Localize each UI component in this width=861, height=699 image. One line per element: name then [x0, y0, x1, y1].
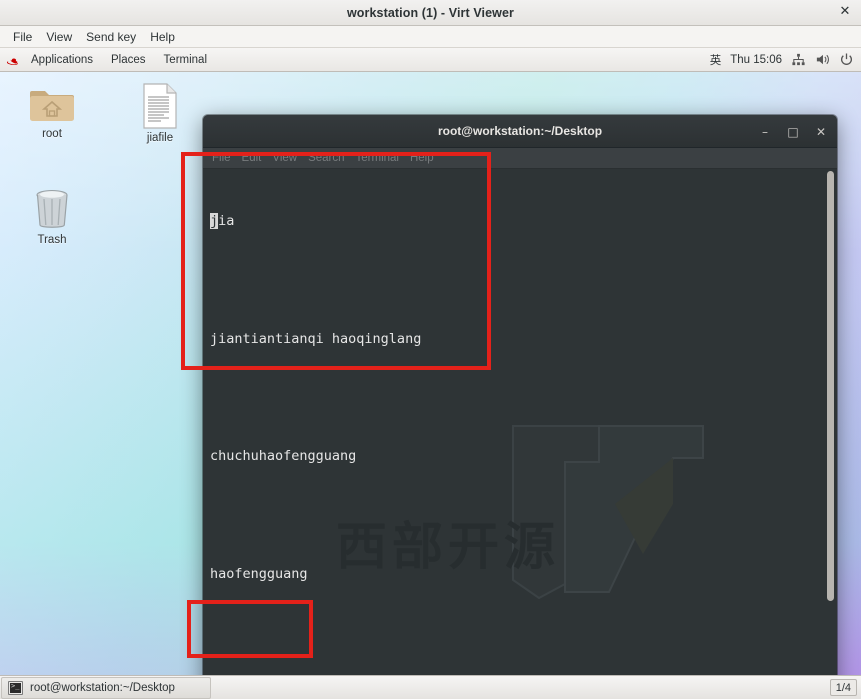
terminal-window-controls: – □ ✕: [759, 115, 827, 148]
vim-line: jia: [210, 212, 823, 232]
terminal-menu-view[interactable]: View: [272, 152, 308, 164]
terminal-menu-file[interactable]: File: [212, 152, 242, 164]
vim-cursor: j: [210, 213, 219, 230]
vim-buffer[interactable]: jia jiantiantianqi haoqinglang chuchuhao…: [203, 169, 823, 699]
terminal-titlebar: root@workstation:~/Desktop – □ ✕: [203, 115, 837, 148]
panel-item-places[interactable]: Places: [103, 52, 154, 68]
vim-line: chuchuhaofengguang: [210, 448, 357, 465]
close-icon[interactable]: ✕: [815, 126, 827, 138]
guest-screen: Applications Places Terminal 英 Thu 15:06: [0, 48, 861, 699]
screenshot-root: workstation (1) - Virt Viewer ✕ File Vie…: [0, 0, 861, 699]
vim-line: [210, 389, 823, 409]
maximize-icon[interactable]: □: [787, 126, 799, 138]
terminal-menu-search[interactable]: Search: [308, 152, 355, 164]
menu-item-help[interactable]: Help: [143, 29, 182, 45]
vim-line: [210, 271, 823, 291]
vim-line: [210, 506, 823, 526]
terminal-title: root@workstation:~/Desktop: [437, 124, 603, 138]
network-icon[interactable]: [791, 52, 806, 67]
desktop-icon-label: jiafile: [146, 132, 174, 144]
taskbar-window-label: root@workstation:~/Desktop: [30, 681, 175, 694]
input-method-indicator[interactable]: 英: [710, 52, 722, 68]
bottom-taskbar: root@workstation:~/Desktop 1/4: [0, 675, 861, 699]
taskbar-right-group: 1/4: [829, 679, 861, 696]
vim-line: jiantiantianqi haoqinglang: [210, 330, 422, 347]
vim-line-text: ia: [218, 213, 235, 230]
desktop-icon-jiafile[interactable]: jiafile: [121, 83, 199, 145]
taskbar-window-button[interactable]: root@workstation:~/Desktop: [1, 676, 211, 699]
terminal-icon: [8, 680, 23, 695]
minimize-icon[interactable]: –: [759, 126, 771, 138]
virt-viewer-menubar: File View Send key Help: [0, 26, 861, 48]
desktop-icon-root[interactable]: root: [13, 85, 91, 141]
menu-item-send-key[interactable]: Send key: [79, 29, 143, 45]
trash-can-icon: [31, 185, 73, 231]
panel-item-applications[interactable]: Applications: [23, 52, 101, 68]
workspace-switcher[interactable]: 1/4: [829, 679, 857, 696]
panel-clock[interactable]: Thu 15:06: [730, 54, 782, 66]
gnome-top-panel: Applications Places Terminal 英 Thu 15:06: [0, 48, 861, 72]
desktop-icon-label: Trash: [37, 234, 67, 246]
terminal-menubar: File Edit View Search Terminal Help: [203, 148, 837, 169]
virt-viewer-title: workstation (1) - Virt Viewer: [346, 5, 515, 20]
terminal-scrollbar-thumb[interactable]: [827, 171, 834, 601]
desktop-icon-trash[interactable]: Trash: [13, 185, 91, 247]
terminal-menu-help[interactable]: Help: [410, 152, 445, 164]
panel-item-terminal[interactable]: Terminal: [156, 52, 215, 68]
terminal-body[interactable]: 西部开源 jia jiantiantianqi haoqinglang chuc…: [203, 169, 837, 699]
power-icon[interactable]: [839, 52, 854, 67]
menu-item-file[interactable]: File: [6, 29, 39, 45]
panel-left-group: Applications Places Terminal: [0, 52, 215, 68]
terminal-scrollbar[interactable]: [823, 169, 837, 699]
menu-item-view[interactable]: View: [39, 29, 79, 45]
virt-viewer-titlebar: workstation (1) - Virt Viewer ✕: [0, 0, 861, 26]
home-folder-icon: [28, 85, 76, 125]
desktop-icon-label: root: [42, 128, 62, 140]
volume-icon[interactable]: [815, 52, 830, 67]
vim-line: [210, 624, 823, 644]
terminal-menu-terminal[interactable]: Terminal: [356, 152, 410, 164]
panel-right-group: 英 Thu 15:06: [710, 52, 861, 68]
terminal-menu-edit[interactable]: Edit: [242, 152, 273, 164]
redhat-logo-icon: [5, 53, 20, 66]
terminal-window[interactable]: root@workstation:~/Desktop – □ ✕ File Ed…: [203, 115, 837, 699]
close-icon[interactable]: ✕: [837, 5, 853, 21]
text-document-icon: [141, 83, 179, 129]
vim-line: haofengguang: [210, 565, 308, 582]
